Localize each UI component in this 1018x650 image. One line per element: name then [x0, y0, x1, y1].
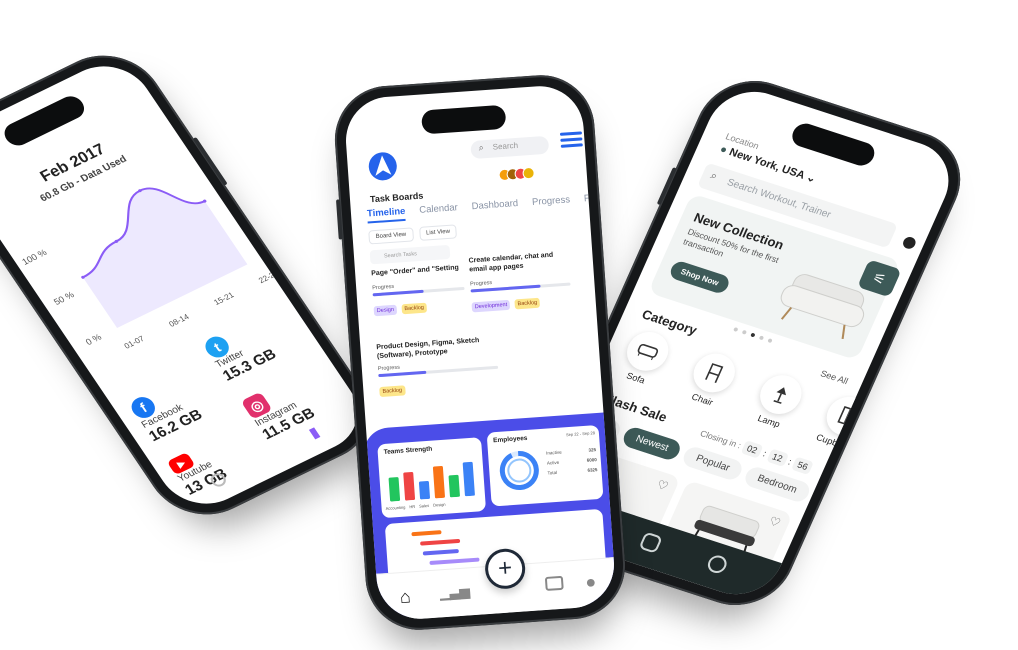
- avatar: [522, 166, 536, 180]
- tab-calendar[interactable]: Calendar: [419, 202, 459, 220]
- task-tag: Design: [373, 304, 398, 317]
- progress-fill: [378, 370, 427, 377]
- avatar-group: [498, 166, 536, 182]
- timer-hours: 02: [740, 440, 764, 459]
- card-icon[interactable]: [544, 575, 564, 591]
- employees-card: Employees Sep 22 - Sep 28 Inactive 325 Ac…: [486, 424, 604, 507]
- task-title: Create calendar, chat and email app page…: [468, 251, 554, 274]
- tab-dashboard[interactable]: Dashboard: [471, 198, 518, 216]
- tab-form[interactable]: Form: [584, 192, 607, 209]
- lamp-icon: [753, 370, 809, 420]
- cupboard-icon: [820, 391, 875, 441]
- youtube-tile[interactable]: ▶ Youtube 13 GB: [166, 422, 273, 499]
- home-icon[interactable]: ⌂: [399, 586, 411, 608]
- card-title: Employees: [492, 434, 528, 445]
- facebook-tile[interactable]: f Facebook 16.2 GB: [127, 364, 236, 445]
- task-tag: Backlog: [514, 297, 541, 309]
- task-title: Page "Order" and "Setting: [371, 264, 460, 278]
- task-card[interactable]: Product Design, Figma, Sketch (Software)…: [376, 335, 501, 409]
- employee-stats: Inactive 325 Active 6000 Total 6325: [546, 447, 598, 475]
- search-tasks-field[interactable]: Search Tasks: [369, 244, 451, 265]
- timer-seconds: 56: [791, 456, 815, 476]
- search-icon: ⌕: [708, 169, 720, 183]
- plus-icon: +: [497, 554, 514, 583]
- category-chair[interactable]: Chair: [681, 348, 751, 413]
- category-cupboard[interactable]: Cupboard: [814, 391, 884, 457]
- dynamic-island: [420, 104, 507, 135]
- shop-now-button[interactable]: Shop Now: [667, 259, 732, 296]
- bar: [448, 474, 460, 498]
- side-button: [335, 199, 343, 240]
- bar: [462, 461, 475, 497]
- category-lamp[interactable]: Lamp: [748, 370, 818, 435]
- legend-item: Design: [432, 501, 446, 508]
- app-logo-icon: [368, 152, 397, 181]
- chart-icon[interactable]: ▁▃▅: [439, 582, 469, 601]
- task-card[interactable]: Create calendar, chat and email app page…: [468, 250, 573, 318]
- task-tag: Backlog: [401, 302, 428, 315]
- search-tasks-placeholder: Search Tasks: [383, 251, 418, 260]
- chevron-down-icon: ⌄: [804, 171, 818, 186]
- see-all-link[interactable]: See All: [819, 368, 850, 386]
- bar: [388, 477, 401, 502]
- dynamic-island: [788, 120, 879, 169]
- board-view-button[interactable]: Board View: [368, 227, 414, 245]
- tab-progress[interactable]: Progress: [532, 194, 571, 212]
- twitter-tile[interactable]: t Twitter 15.3 GB: [201, 303, 310, 385]
- heart-icon[interactable]: ♡: [655, 477, 671, 493]
- tab-timeline[interactable]: Timeline: [366, 205, 407, 224]
- teams-strength-bar-chart: [388, 461, 475, 502]
- date-range: Sep 22 - Sep 28: [565, 430, 596, 438]
- view-toggle: Board View List View: [368, 224, 458, 245]
- stat-row: Total 6325: [547, 467, 598, 476]
- chart-legend: Accounting HR Sales Design: [385, 502, 445, 511]
- search-field[interactable]: ⌕ Search: [470, 135, 550, 160]
- sofa-icon: [620, 326, 675, 376]
- category-sofa[interactable]: Sofa: [615, 326, 685, 392]
- bar: [418, 480, 430, 500]
- search-icon: ⌕: [478, 142, 485, 153]
- closing-label: Closing in :: [698, 428, 743, 451]
- task-tag: Development: [471, 299, 511, 312]
- menu-icon[interactable]: [559, 131, 583, 150]
- task-card[interactable]: Page "Order" and "Setting Progress Desig…: [371, 263, 467, 331]
- bar: [432, 465, 445, 499]
- stat-row: Active 6000: [546, 457, 597, 466]
- task-board-screen: ⌕ Search Task Boards Timeline Calendar D…: [343, 83, 617, 622]
- page-title: Task Boards: [369, 190, 424, 205]
- profile-nav-icon[interactable]: [705, 553, 730, 576]
- sliders-icon: ⚟: [870, 268, 889, 288]
- profile-icon[interactable]: ●: [585, 571, 597, 593]
- instagram-tile[interactable]: ◎ Instagram 11.5 GB: [240, 362, 350, 443]
- list-view-button[interactable]: List View: [418, 224, 458, 241]
- employees-donut-chart: [499, 451, 539, 491]
- x-tick: 22-28: [256, 268, 281, 286]
- chat-nav-icon[interactable]: [638, 531, 663, 554]
- legend-item: Accounting: [385, 504, 406, 511]
- phone-task-boards: ⌕ Search Task Boards Timeline Calendar D…: [331, 71, 629, 634]
- dynamic-island: [0, 92, 89, 150]
- legend-item: HR: [409, 503, 416, 510]
- task-tag: Backlog: [379, 384, 406, 397]
- teams-strength-card: Teams Strength Accounting HR Sales Desig…: [377, 437, 487, 519]
- chip-newest[interactable]: Newest: [620, 425, 684, 463]
- bell-icon[interactable]: [901, 235, 918, 251]
- bar: [403, 472, 416, 501]
- stat-row: Inactive 325: [546, 447, 597, 456]
- data-usage-screen: Feb 2017 60.8 Gb - Data Used 100 % 50 % …: [0, 51, 375, 519]
- phone-data-usage: Feb 2017 60.8 Gb - Data Used 100 % 50 % …: [0, 37, 392, 533]
- legend-item: Sales: [418, 502, 430, 509]
- chair-icon: [687, 348, 742, 398]
- timer-minutes: 12: [765, 448, 789, 467]
- search-placeholder: Search: [492, 140, 519, 152]
